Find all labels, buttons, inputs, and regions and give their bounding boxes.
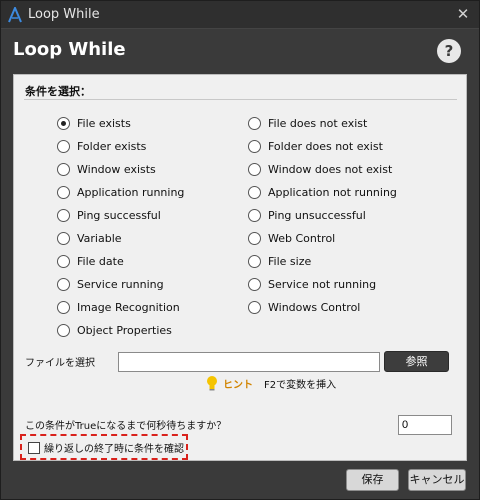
radio-button[interactable] [57, 301, 70, 314]
condition-label: Window does not exist [268, 163, 393, 176]
app-logo-icon [8, 7, 22, 23]
conditions-panel: 条件を選択： File exists Folder exists Window ex… [13, 74, 467, 461]
check-at-end-checkbox[interactable] [28, 441, 40, 454]
condition-label: Web Control [268, 232, 336, 245]
hint-keyword: ヒント [223, 379, 253, 391]
condition-radio[interactable]: Service not running [248, 278, 376, 291]
radio-button[interactable] [248, 301, 261, 314]
condition-radio[interactable]: Service running [57, 278, 164, 291]
section-divider [24, 99, 457, 100]
condition-radio[interactable]: Application running [57, 186, 184, 199]
loop-while-dialog: Loop While ✕ Loop While ? 条件を選択： File ex… [0, 0, 480, 500]
cancel-button[interactable]: キャンセル [408, 469, 466, 491]
condition-radio[interactable]: Image Recognition [57, 301, 180, 314]
check-at-end-option[interactable]: 繰り返しの終了時に条件を確認 [28, 440, 184, 455]
radio-button[interactable] [248, 140, 261, 153]
radio-button[interactable] [248, 186, 261, 199]
condition-label: Image Recognition [77, 301, 180, 314]
condition-radio[interactable]: Ping unsuccessful [248, 209, 366, 222]
condition-label: Application not running [268, 186, 397, 199]
condition-radio[interactable]: Window does not exist [248, 163, 392, 176]
condition-radio[interactable]: Variable [57, 232, 122, 245]
window-title: Loop While [28, 7, 100, 22]
wait-seconds-input[interactable] [398, 415, 452, 435]
radio-button[interactable] [57, 140, 70, 153]
hint-row: ヒント F2で変数を挿入 [206, 375, 336, 391]
radio-button[interactable] [248, 163, 261, 176]
condition-label: Application running [77, 186, 185, 199]
condition-radio[interactable]: Windows Control [248, 301, 360, 314]
radio-button[interactable] [248, 232, 261, 245]
radio-button[interactable] [57, 255, 70, 268]
radio-button[interactable] [57, 324, 70, 337]
condition-radio[interactable]: File does not exist [248, 117, 367, 130]
radio-button[interactable] [248, 117, 261, 130]
wait-seconds-label: この条件がTrueになるまで何秒待ちますか？ [25, 421, 227, 432]
condition-label: File date [77, 255, 124, 268]
condition-radio[interactable]: Ping successful [57, 209, 161, 222]
radio-button[interactable] [57, 186, 70, 199]
condition-label: Variable [77, 232, 122, 245]
condition-label: Service running [77, 278, 164, 291]
dialog-title: Loop While [13, 39, 126, 60]
condition-label: File size [268, 255, 312, 268]
check-at-end-label: 繰り返しの終了時に条件を確認 [44, 444, 184, 455]
radio-button[interactable] [57, 232, 70, 245]
condition-label: Window exists [77, 163, 156, 176]
condition-label: Ping successful [77, 209, 161, 222]
condition-radio[interactable]: Folder does not exist [248, 140, 383, 153]
hint-text: F2で変数を挿入 [264, 379, 337, 391]
browse-button[interactable]: 参照 [384, 351, 449, 372]
condition-label: Folder does not exist [268, 140, 383, 153]
radio-button[interactable] [57, 163, 70, 176]
condition-radio[interactable]: Web Control [248, 232, 335, 245]
radio-button[interactable] [248, 209, 261, 222]
lightbulb-icon [207, 376, 217, 391]
help-icon[interactable]: ? [437, 39, 461, 63]
condition-label: File exists [77, 117, 131, 130]
title-bar[interactable]: Loop While ✕ [1, 1, 479, 29]
condition-radio[interactable]: File exists [57, 117, 131, 130]
file-path-input[interactable] [118, 352, 380, 372]
condition-label: Folder exists [77, 140, 147, 153]
condition-radio[interactable]: Object Properties [57, 324, 172, 337]
radio-button[interactable] [248, 278, 261, 291]
dialog-header: Loop While ? [1, 30, 479, 72]
radio-button[interactable] [248, 255, 261, 268]
close-icon[interactable]: ✕ [455, 5, 471, 23]
condition-label: File does not exist [268, 117, 368, 130]
radio-button[interactable] [57, 117, 70, 130]
condition-label: Service not running [268, 278, 377, 291]
condition-radio[interactable]: Application not running [248, 186, 397, 199]
condition-radio[interactable]: File date [57, 255, 124, 268]
condition-radio[interactable]: File size [248, 255, 311, 268]
file-select-label: ファイルを選択 [25, 358, 95, 369]
condition-label: Object Properties [77, 324, 172, 337]
radio-button[interactable] [57, 278, 70, 291]
condition-label: Ping unsuccessful [268, 209, 366, 222]
radio-button[interactable] [57, 209, 70, 222]
condition-label: Windows Control [268, 301, 361, 314]
condition-radio[interactable]: Window exists [57, 163, 156, 176]
conditions-section-label: 条件を選択： [25, 85, 91, 98]
save-button[interactable]: 保存 [346, 469, 399, 491]
condition-radio[interactable]: Folder exists [57, 140, 146, 153]
